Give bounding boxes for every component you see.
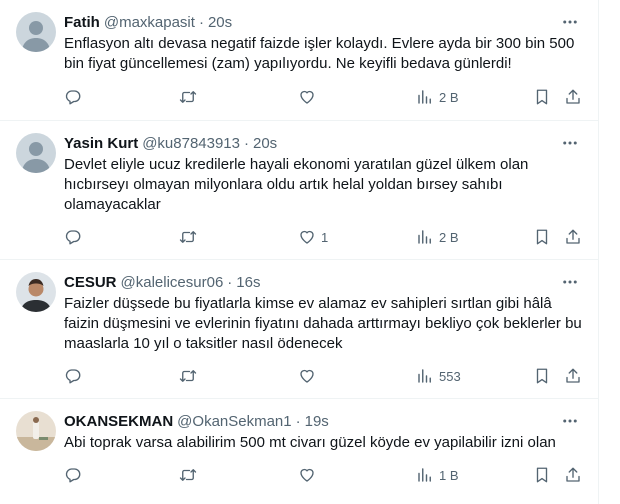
tweet-header: CESUR @kalelicesur06 · 16s: [64, 272, 260, 292]
reply-icon: [64, 88, 82, 106]
bookmark-icon: [533, 228, 551, 246]
user-handle[interactable]: @OkanSekman1: [177, 413, 291, 430]
reply-button[interactable]: [64, 227, 87, 247]
reply-icon: [64, 367, 82, 385]
like-icon: [298, 367, 316, 385]
avatar[interactable]: [16, 133, 56, 173]
tweet-text: Devlet eliyle ucuz kredilerle hayali eko…: [64, 156, 529, 213]
separator-dot: ·: [295, 412, 301, 430]
timeline: Fatih @maxkapasit · 20s Enflasyon altı d…: [0, 0, 599, 504]
timestamp[interactable]: 20s: [208, 14, 232, 31]
reply-icon: [64, 466, 82, 484]
like-button[interactable]: [298, 465, 321, 485]
more-icon[interactable]: [561, 134, 579, 152]
share-icon: [564, 367, 582, 385]
user-handle[interactable]: @ku87843913: [142, 135, 240, 152]
more-icon[interactable]: [561, 13, 579, 31]
separator-dot: ·: [244, 134, 249, 152]
action-bar: 1 B: [64, 465, 584, 485]
bookmark-button[interactable]: [533, 366, 551, 386]
tweet-text: Enflasyon altı devasa negatif faizde işl…: [64, 35, 575, 72]
retweet-icon: [179, 466, 197, 484]
reply-icon: [64, 228, 82, 246]
display-name[interactable]: OKANSEKMAN: [64, 413, 173, 430]
more-icon[interactable]: [561, 273, 579, 291]
reply-button[interactable]: [64, 366, 87, 386]
bookmark-button[interactable]: [533, 227, 551, 247]
tweet[interactable]: Fatih @maxkapasit · 20s Enflasyon altı d…: [0, 0, 598, 121]
reply-button[interactable]: [64, 87, 87, 107]
like-icon: [298, 466, 316, 484]
view-count: 2 B: [439, 229, 459, 245]
views-icon: [416, 228, 434, 246]
tweet-header: Yasin Kurt @ku87843913 · 20s: [64, 133, 277, 153]
display-name[interactable]: Fatih: [64, 14, 100, 31]
view-count: 553: [439, 368, 461, 384]
separator-dot: ·: [227, 273, 233, 291]
tweet-header: OKANSEKMAN @OkanSekman1 · 19s: [64, 411, 329, 431]
like-button[interactable]: [298, 366, 321, 386]
display-name[interactable]: Yasin Kurt: [64, 135, 138, 152]
like-icon: [298, 88, 316, 106]
bookmark-icon: [533, 88, 551, 106]
views-icon: [416, 88, 434, 106]
views-button[interactable]: 2 B: [416, 87, 459, 107]
separator-dot: ·: [198, 13, 204, 31]
timestamp[interactable]: 16s: [236, 274, 260, 291]
like-icon: [298, 228, 316, 246]
views-button[interactable]: 553: [416, 366, 461, 386]
retweet-icon: [179, 88, 197, 106]
view-count: 1 B: [439, 467, 459, 483]
user-handle[interactable]: @maxkapasit: [104, 14, 195, 31]
bookmark-button[interactable]: [533, 87, 551, 107]
timestamp[interactable]: 19s: [305, 413, 329, 430]
share-button[interactable]: [564, 366, 582, 386]
user-handle[interactable]: @kalelicesur06: [121, 274, 224, 291]
avatar[interactable]: [16, 272, 56, 312]
display-name[interactable]: CESUR: [64, 274, 117, 291]
share-icon: [564, 88, 582, 106]
share-button[interactable]: [564, 227, 582, 247]
avatar[interactable]: [16, 411, 56, 451]
action-bar: 553: [64, 366, 584, 386]
share-button[interactable]: [564, 465, 582, 485]
views-button[interactable]: 1 B: [416, 465, 459, 485]
tweet[interactable]: CESUR @kalelicesur06 · 16s Faizler düşse…: [0, 260, 598, 399]
retweet-button[interactable]: [179, 465, 202, 485]
retweet-button[interactable]: [179, 87, 202, 107]
view-count: 2 B: [439, 89, 459, 105]
action-bar: 2 B: [64, 87, 584, 107]
tweet[interactable]: OKANSEKMAN @OkanSekman1 · 19s Abi toprak…: [0, 399, 599, 504]
tweet[interactable]: Yasin Kurt @ku87843913 · 20s Devlet eliy…: [0, 121, 598, 260]
share-icon: [564, 228, 582, 246]
bookmark-icon: [533, 466, 551, 484]
tweet-header: Fatih @maxkapasit · 20s: [64, 12, 232, 32]
retweet-button[interactable]: [179, 366, 202, 386]
avatar[interactable]: [16, 12, 56, 52]
views-icon: [416, 466, 434, 484]
like-button[interactable]: [298, 87, 321, 107]
views-icon: [416, 367, 434, 385]
tweet-text: Abi toprak varsa alabilirim 500 mt civar…: [64, 434, 556, 451]
bookmark-icon: [533, 367, 551, 385]
more-icon[interactable]: [561, 412, 579, 430]
reply-button[interactable]: [64, 465, 87, 485]
action-bar: 1 2 B: [64, 227, 584, 247]
bookmark-button[interactable]: [533, 465, 551, 485]
share-icon: [564, 466, 582, 484]
retweet-icon: [179, 367, 197, 385]
retweet-button[interactable]: [179, 227, 202, 247]
timestamp[interactable]: 20s: [253, 135, 277, 152]
share-button[interactable]: [564, 87, 582, 107]
retweet-icon: [179, 228, 197, 246]
like-count: 1: [321, 229, 329, 245]
views-button[interactable]: 2 B: [416, 227, 459, 247]
like-button[interactable]: 1: [298, 227, 328, 247]
tweet-text: Faizler düşsede bu fiyatlarla kimse ev a…: [64, 295, 582, 352]
